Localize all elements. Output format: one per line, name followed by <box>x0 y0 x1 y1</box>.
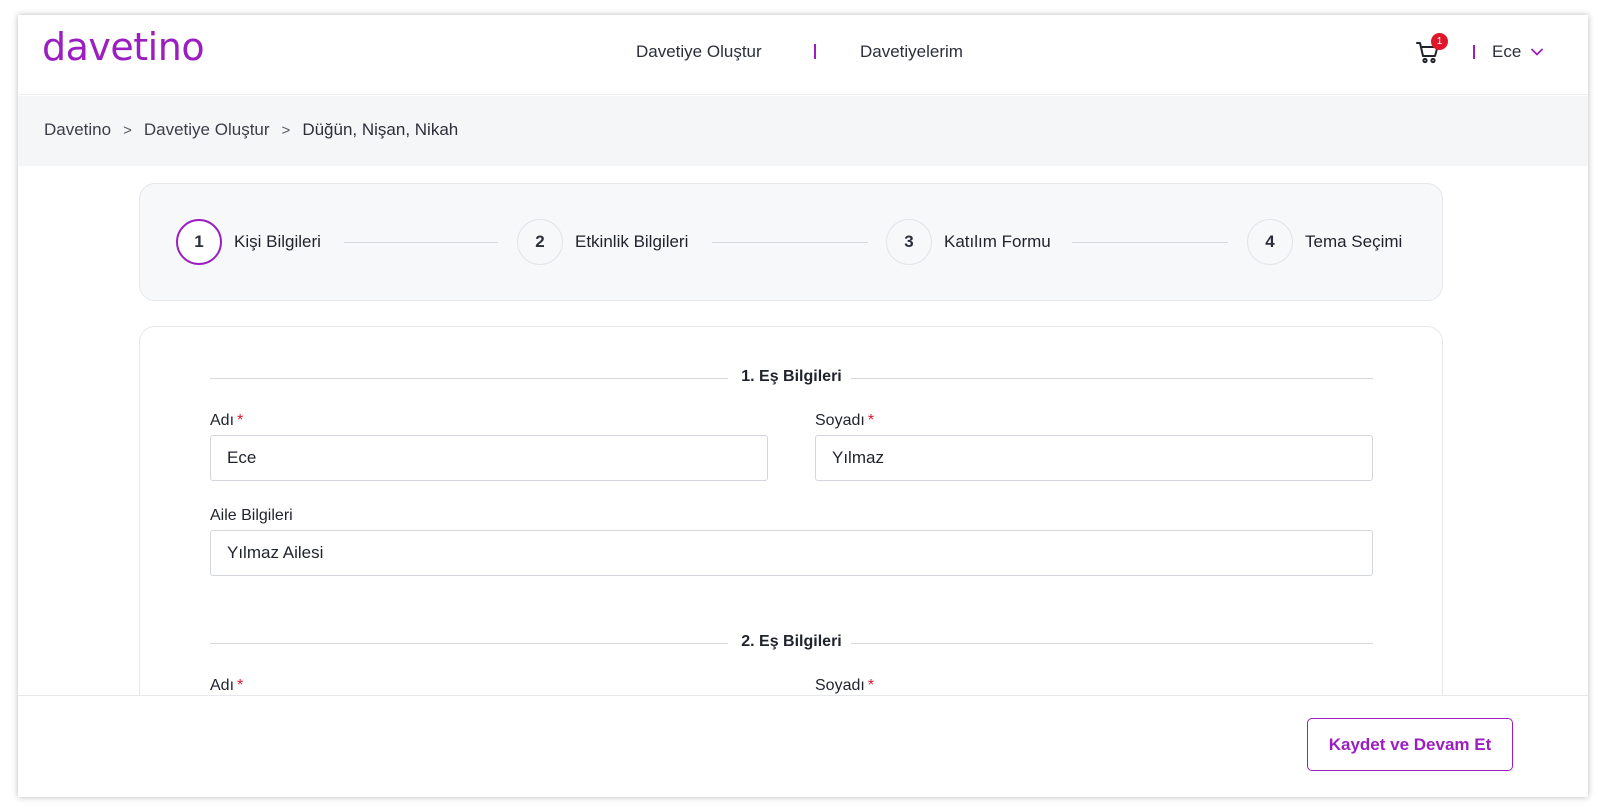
step-connector <box>344 242 498 243</box>
spouse1-first-name-input[interactable] <box>210 435 768 481</box>
step-theme-selection[interactable]: 4 Tema Seçimi <box>1247 219 1402 265</box>
first-name-label: Adı * <box>210 412 243 430</box>
section-title: 1. Eş Bilgileri <box>741 368 842 385</box>
breadcrumb-bar: Davetino > Davetiye Oluştur > Düğün, Niş… <box>18 96 1588 166</box>
breadcrumb-separator: > <box>281 121 291 139</box>
wizard-stepper: 1 Kişi Bilgileri 2 Etkinlik Bilgileri 3 … <box>139 183 1443 301</box>
first-name-label: Adı * <box>210 677 243 695</box>
section-spouse-2: 2. Eş Bilgileri <box>210 633 1373 653</box>
nav-divider <box>814 44 816 59</box>
nav-item-create-invitation[interactable]: Davetiye Oluştur <box>636 42 762 62</box>
section-divider <box>851 643 1373 644</box>
step-number: 4 <box>1247 219 1293 265</box>
breadcrumb-create-invitation[interactable]: Davetiye Oluştur <box>144 120 270 140</box>
required-mark: * <box>237 412 244 429</box>
last-name-label: Soyadı * <box>815 412 874 430</box>
family-info-label: Aile Bilgileri <box>210 507 293 524</box>
form-footer: Kaydet ve Devam Et <box>18 695 1588 797</box>
step-event-info[interactable]: 2 Etkinlik Bilgileri <box>517 219 688 265</box>
save-continue-button[interactable]: Kaydet ve Devam Et <box>1307 718 1513 771</box>
user-divider <box>1473 45 1475 59</box>
label-text: Adı <box>210 677 235 694</box>
label-text: Soyadı <box>815 677 865 694</box>
top-header: davetino Davetiye Oluştur Davetiyelerim … <box>18 15 1588 95</box>
breadcrumb: Davetino > Davetiye Oluştur > Düğün, Niş… <box>44 120 458 140</box>
cart-count-badge: 1 <box>1431 33 1448 50</box>
step-connector <box>712 242 868 243</box>
step-number: 1 <box>176 219 222 265</box>
step-person-info[interactable]: 1 Kişi Bilgileri <box>176 219 321 265</box>
required-mark: * <box>867 677 875 694</box>
step-label: Etkinlik Bilgileri <box>575 232 689 251</box>
person-info-form: 1. Eş Bilgileri Adı* Soyadı* Aile Bilgil… <box>139 326 1443 746</box>
label-text: Adı <box>210 412 235 429</box>
step-number: 3 <box>886 219 932 265</box>
chevron-down-icon <box>1531 48 1544 56</box>
breadcrumb-home[interactable]: Davetino <box>44 120 111 140</box>
step-connector <box>1072 242 1228 243</box>
step-label: Tema Seçimi <box>1305 232 1403 251</box>
step-label: Kişi Bilgileri <box>234 232 321 251</box>
app-window: davetino Davetiye Oluştur Davetiyelerim … <box>18 15 1588 797</box>
spouse1-family-input[interactable] <box>210 530 1373 576</box>
step-number: 2 <box>517 219 563 265</box>
step-label: Katılım Formu <box>944 232 1051 251</box>
label-text: Soyadı <box>815 412 865 429</box>
section-spouse-1: 1. Eş Bilgileri <box>210 368 1373 388</box>
main-nav: Davetiye Oluştur Davetiyelerim <box>18 15 1588 95</box>
section-title: 2. Eş Bilgileri <box>741 633 842 650</box>
nav-item-my-invitations[interactable]: Davetiyelerim <box>860 42 963 62</box>
last-name-label: Soyadı * <box>815 677 874 695</box>
section-divider <box>851 378 1373 379</box>
breadcrumb-separator: > <box>123 121 132 139</box>
required-mark: * <box>237 677 244 694</box>
breadcrumb-current: Düğün, Nişan, Nikah <box>302 120 459 139</box>
user-menu[interactable]: Ece <box>1492 42 1544 62</box>
user-name: Ece <box>1492 42 1522 61</box>
spouse1-last-name-input[interactable] <box>815 435 1373 481</box>
step-attendance-form[interactable]: 3 Katılım Formu <box>886 219 1051 265</box>
required-mark: * <box>867 412 875 429</box>
